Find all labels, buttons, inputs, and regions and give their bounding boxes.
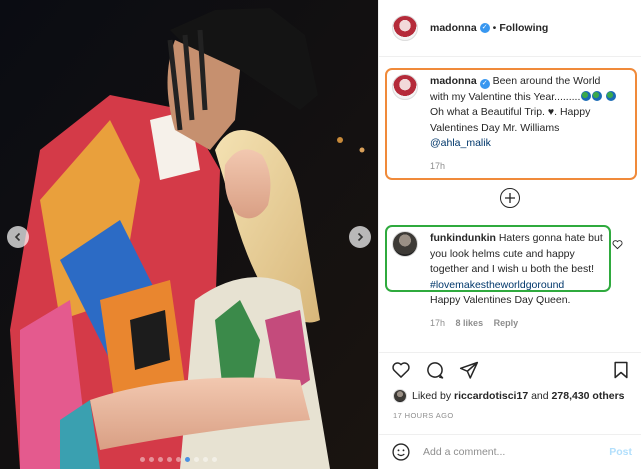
carousel-dot xyxy=(140,457,145,462)
post-photo[interactable] xyxy=(0,0,378,469)
carousel-dot xyxy=(194,457,199,462)
likes-conjunction: and xyxy=(531,390,549,402)
comment-bubble-icon[interactable] xyxy=(425,360,445,380)
carousel-dot xyxy=(158,457,163,462)
liker-avatar[interactable] xyxy=(393,389,407,403)
save-bookmark-icon[interactable] xyxy=(611,360,631,380)
comment-time: 17h xyxy=(430,317,446,328)
likes-summary: Liked by riccardotisci17 and 278,430 oth… xyxy=(393,389,625,403)
globe-emoji-icon xyxy=(592,90,603,101)
post-header: madonna ✓ • Following xyxy=(379,0,641,57)
comment: funkindunkin Haters gonna hate but you l… xyxy=(392,231,608,328)
caption: madonna ✓ Been around the World with my V… xyxy=(392,74,618,171)
chevron-left-icon xyxy=(14,232,21,242)
liker-username[interactable]: riccardotisci17 xyxy=(454,390,528,402)
add-comment-bar: Post xyxy=(379,435,641,469)
comment-meta: 17h 8 likes Reply xyxy=(430,318,608,328)
carousel-dot xyxy=(167,457,172,462)
like-heart-icon[interactable] xyxy=(391,360,411,380)
load-more-comments-button[interactable] xyxy=(500,188,520,208)
author-username[interactable]: madonna xyxy=(430,22,477,34)
commenter-avatar[interactable] xyxy=(392,231,418,257)
verified-badge-icon: ✓ xyxy=(479,79,490,89)
comment-text: funkindunkin Haters gonna hate but you l… xyxy=(430,231,608,309)
previous-slide-button[interactable] xyxy=(7,226,29,248)
post-side-panel: madonna ✓ • Following madonna ✓ Been arou… xyxy=(378,0,641,469)
next-slide-button[interactable] xyxy=(349,226,371,248)
post-image xyxy=(0,0,378,469)
caption-text: madonna ✓ Been around the World with my V… xyxy=(430,74,618,152)
caption-time: 17h xyxy=(430,160,446,171)
comment-reply-button[interactable]: Reply xyxy=(494,318,519,328)
post-actions xyxy=(391,360,479,380)
comment-hashtag-link[interactable]: #lovemakestheworldgoround xyxy=(430,279,564,291)
carousel-dot xyxy=(212,457,217,462)
carousel-dot-active xyxy=(185,457,190,462)
chevron-right-icon xyxy=(357,232,364,242)
caption-mention-link[interactable]: @ahla_malik xyxy=(430,137,491,149)
verified-badge-icon: ✓ xyxy=(479,23,490,33)
header-separator: • xyxy=(492,22,497,34)
comment-likes-count[interactable]: 8 likes xyxy=(456,318,484,328)
caption-author-avatar[interactable] xyxy=(392,74,418,100)
like-comment-heart-icon[interactable] xyxy=(612,239,623,250)
caption-username[interactable]: madonna xyxy=(430,75,477,87)
carousel-dot xyxy=(203,457,208,462)
likes-prefix: Liked by xyxy=(412,390,452,402)
plus-icon xyxy=(505,193,515,203)
carousel-indicator xyxy=(140,457,217,462)
carousel-dot xyxy=(149,457,154,462)
post-comment-button[interactable]: Post xyxy=(609,446,632,458)
post-timestamp[interactable]: 17 HOURS AGO xyxy=(393,411,454,420)
likes-others-count[interactable]: 278,430 others xyxy=(552,390,625,402)
comment-input[interactable] xyxy=(423,446,593,458)
globe-emoji-icon xyxy=(606,90,617,101)
comment-body-after: Happy Valentines Day Queen. xyxy=(430,294,571,306)
following-button[interactable]: Following xyxy=(499,22,548,34)
commenter-username[interactable]: funkindunkin xyxy=(430,232,496,244)
share-paper-plane-icon[interactable] xyxy=(459,360,479,380)
author-avatar[interactable] xyxy=(392,15,418,41)
carousel-dot xyxy=(176,457,181,462)
globe-emoji-icon xyxy=(581,90,592,101)
divider xyxy=(379,352,641,353)
emoji-smiley-icon[interactable] xyxy=(391,442,411,462)
caption-text-part-2: Oh what a Beautiful Trip. ♥. Happy Valen… xyxy=(430,106,591,134)
